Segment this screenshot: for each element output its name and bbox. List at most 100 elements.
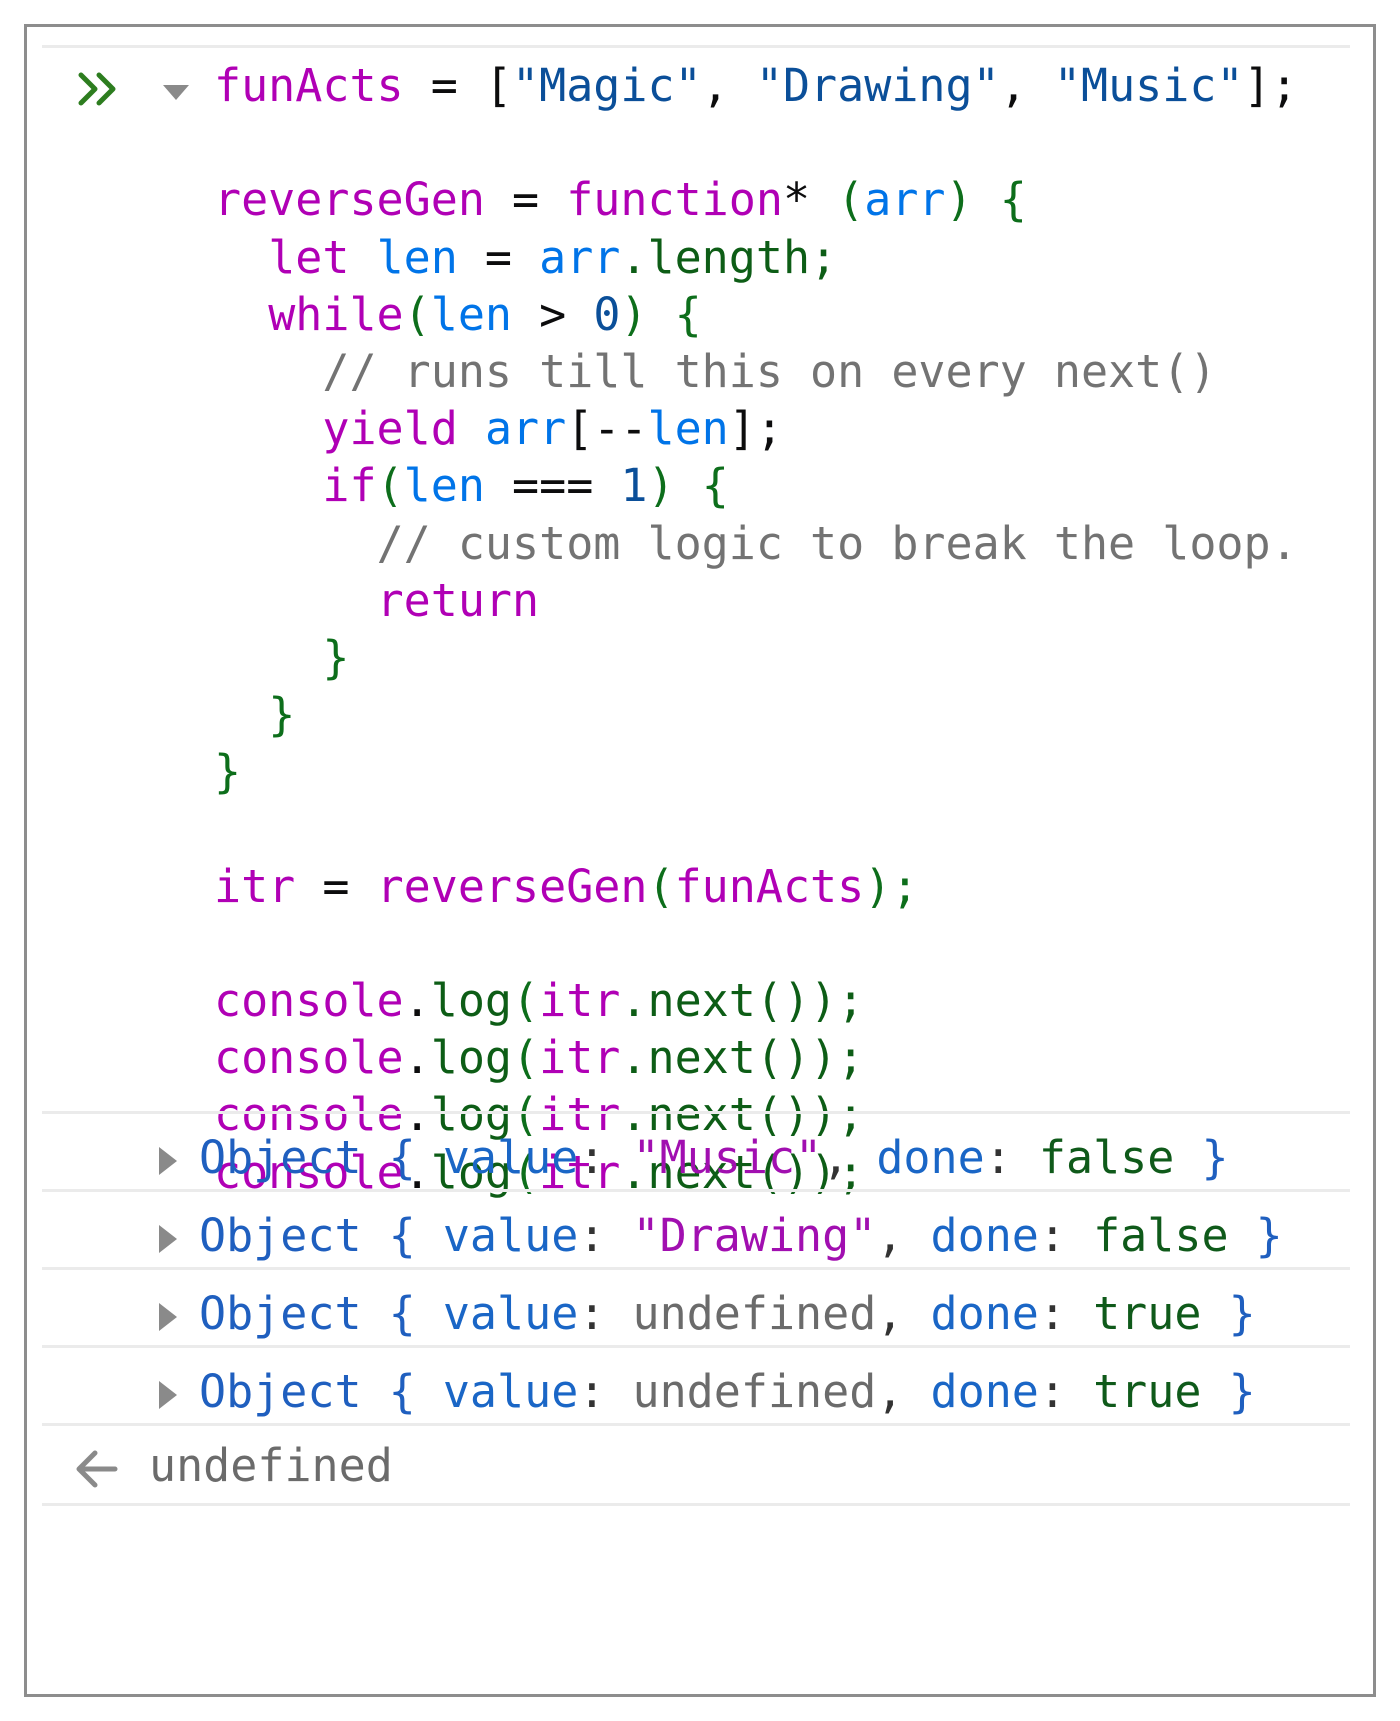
console-panel: funActs = ["Magic", "Drawing", "Music"];… [24,24,1376,1697]
colon: : [1038,1287,1094,1340]
code-token: ]; [1243,59,1298,112]
property-value: true [1093,1287,1202,1340]
code-token: yield [322,402,458,456]
property-value: true [1093,1365,1202,1418]
code-line: let len = arr.length; [214,229,1298,286]
result-value: undefined [149,1439,393,1492]
code-token: itr [539,1031,621,1085]
code-token: , [999,59,1054,112]
property-value: undefined [632,1287,877,1340]
code-token: ( [512,974,540,1027]
code-token: log [430,974,513,1027]
code-token: .next()); [620,1031,865,1085]
open-brace: { [388,1131,416,1184]
code-token: funActs [214,59,404,112]
code-token: } [268,688,296,742]
code-line: return [214,572,1298,629]
code-line: itr = reverseGen(funActs); [214,858,1298,915]
code-token: { [674,287,702,341]
code-token: .next()); [620,974,865,1027]
property-key: value [442,1209,579,1262]
caret-right-icon[interactable] [157,1379,179,1411]
property-key: value [442,1365,579,1418]
code-line: while(len > 0) { [214,286,1298,343]
code-token: } [214,745,242,799]
return-arrow-left-icon [76,1450,118,1488]
divider [42,1111,1350,1114]
colon: : [578,1131,633,1184]
code-token: log [430,1031,513,1085]
comma: , [876,1209,931,1262]
comma: , [876,1365,931,1418]
code-token: === [484,459,621,513]
code-token: arr [484,402,567,456]
code-token: .length; [620,230,838,284]
code-token: console [214,1031,404,1085]
property-key: done [876,1131,985,1184]
code-token: ]; [728,402,783,456]
close-brace: } [1255,1209,1283,1262]
object-label: Object [199,1131,362,1184]
code-token: console [214,974,404,1027]
colon: : [578,1287,633,1340]
divider [42,1189,1350,1192]
code-token: ( [512,1031,540,1085]
object-label: Object [199,1209,362,1262]
code-token: 0 [593,287,621,341]
code-token: while [268,287,404,341]
divider [42,1423,1350,1426]
code-line: console.log(itr.next()); [214,1029,1298,1086]
code-token: ( [403,287,431,341]
code-token: = [403,59,485,112]
code-token: ) [620,287,675,341]
code-token: "Music" [1053,59,1244,112]
code-token: > [512,287,594,341]
code-token: return [376,573,540,627]
caret-right-icon[interactable] [157,1223,179,1255]
caret-down-icon[interactable] [161,82,191,102]
code-token: ( [837,173,865,227]
code-token: reverseGen [214,173,485,227]
colon: : [578,1209,633,1262]
code-line: } [214,686,1298,743]
code-token: [-- [566,402,648,456]
object-preview: Object { value: undefined, done: true } [199,1285,1256,1342]
divider [42,1503,1350,1506]
property-key: done [930,1365,1039,1418]
colon: : [1038,1209,1094,1262]
object-preview: Object { value: "Music", done: false } [199,1129,1229,1186]
code-token: if [322,459,377,513]
code-token: itr [214,859,296,913]
code-token: * [782,173,838,227]
code-editor[interactable]: funActs = ["Magic", "Drawing", "Music"];… [214,57,1298,1201]
code-line: reverseGen = function* (arr) { [214,171,1298,228]
code-token: ( [376,459,404,513]
divider [42,1267,1350,1270]
code-token: "Drawing" [755,59,1000,112]
caret-right-icon[interactable] [157,1301,179,1333]
colon: : [578,1365,633,1418]
code-token: 1 [620,459,648,513]
property-value: false [1038,1131,1175,1184]
code-token: len [376,230,458,284]
comma: , [876,1287,931,1340]
code-line: } [214,629,1298,686]
comma: , [822,1131,877,1184]
open-brace: { [388,1287,416,1340]
caret-right-icon[interactable] [157,1145,179,1177]
code-line: // custom logic to break the loop. [214,515,1298,572]
object-label: Object [199,1287,362,1340]
